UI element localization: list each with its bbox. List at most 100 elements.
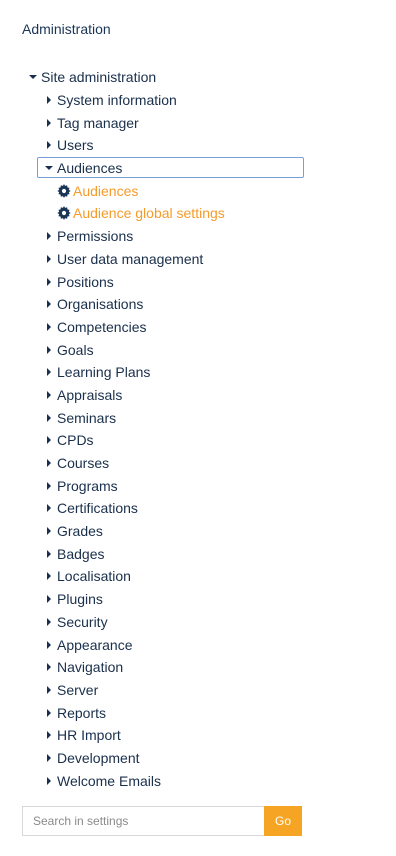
- tree-node-organisations[interactable]: Organisations: [0, 293, 396, 316]
- tree-node-label: Site administration: [41, 69, 157, 86]
- caret-right-icon[interactable]: [44, 684, 56, 696]
- tree-node-development[interactable]: Development: [0, 747, 396, 770]
- tree-node-welcome-emails[interactable]: Welcome Emails: [0, 769, 396, 792]
- caret-right-icon[interactable]: [44, 230, 56, 242]
- caret-right-icon[interactable]: [44, 366, 56, 378]
- caret-right-icon[interactable]: [44, 253, 56, 265]
- tree-node-badges[interactable]: Badges: [0, 542, 396, 565]
- caret-right-icon[interactable]: [44, 639, 56, 651]
- caret-right-icon[interactable]: [44, 729, 56, 741]
- gear-icon: [57, 183, 71, 198]
- go-button[interactable]: Go: [264, 806, 302, 836]
- caret-right-icon[interactable]: [44, 389, 56, 401]
- tree-node-positions[interactable]: Positions: [0, 270, 396, 293]
- tree-node-permissions[interactable]: Permissions: [0, 225, 396, 248]
- tree-node-label: Seminars: [57, 409, 117, 426]
- settings-search-form: Go: [22, 806, 302, 836]
- tree-node-label: Plugins: [57, 591, 103, 608]
- tree-node-appraisals[interactable]: Appraisals: [0, 384, 396, 407]
- tree-node-system-information[interactable]: System information: [0, 89, 396, 112]
- tree-node-label: Reports: [57, 704, 107, 721]
- caret-right-icon[interactable]: [44, 457, 56, 469]
- caret-right-icon[interactable]: [44, 480, 56, 492]
- caret-down-icon[interactable]: [44, 162, 56, 174]
- tree-node-label: Goals: [57, 341, 94, 358]
- tree-node-site-administration[interactable]: Site administration: [0, 66, 396, 89]
- tree-node-seminars[interactable]: Seminars: [0, 406, 396, 429]
- caret-right-icon[interactable]: [44, 117, 56, 129]
- tree-node-label: Audiences: [57, 160, 123, 177]
- tree-node-security[interactable]: Security: [0, 611, 396, 634]
- tree-node-cpds[interactable]: CPDs: [0, 429, 396, 452]
- caret-right-icon[interactable]: [44, 502, 56, 514]
- tree-node-user-data-management[interactable]: User data management: [0, 248, 396, 271]
- tree-leaf-audiences[interactable]: Audiences: [0, 179, 396, 202]
- admin-block: Administration Site administration Syste…: [0, 0, 396, 856]
- tree-node-label: Certifications: [57, 500, 138, 517]
- tree-node-plugins[interactable]: Plugins: [0, 588, 396, 611]
- tree-node-label: System information: [57, 92, 177, 109]
- tree-node-appearance[interactable]: Appearance: [0, 633, 396, 656]
- settings-search-input[interactable]: [22, 806, 264, 836]
- tree-node-label: Server: [57, 681, 99, 698]
- caret-right-icon[interactable]: [44, 276, 56, 288]
- tree-node-hr-import[interactable]: HR Import: [0, 724, 396, 747]
- tree-node-localisation[interactable]: Localisation: [0, 565, 396, 588]
- caret-right-icon[interactable]: [44, 94, 56, 106]
- tree-node-label: User data management: [57, 250, 204, 267]
- tree-node-label: Competencies: [57, 318, 147, 335]
- caret-right-icon[interactable]: [44, 707, 56, 719]
- tree-node-grades[interactable]: Grades: [0, 520, 396, 543]
- tree-leaf-audience-global-settings[interactable]: Audience global settings: [0, 202, 396, 225]
- tree-node-reports[interactable]: Reports: [0, 701, 396, 724]
- tree-node-label: Grades: [57, 523, 103, 540]
- tree-node-navigation[interactable]: Navigation: [0, 656, 396, 679]
- caret-right-icon[interactable]: [44, 616, 56, 628]
- tree-node-goals[interactable]: Goals: [0, 338, 396, 361]
- tree-node-certifications[interactable]: Certifications: [0, 497, 396, 520]
- tree-node-learning-plans[interactable]: Learning Plans: [0, 361, 396, 384]
- tree-node-courses[interactable]: Courses: [0, 452, 396, 475]
- admin-tree: Site administration System information T…: [0, 66, 396, 792]
- tree-node-audiences[interactable]: Audiences: [0, 156, 396, 180]
- caret-right-icon[interactable]: [44, 593, 56, 605]
- caret-right-icon[interactable]: [44, 752, 56, 764]
- caret-right-icon[interactable]: [44, 321, 56, 333]
- tree-node-programs[interactable]: Programs: [0, 474, 396, 497]
- caret-right-icon[interactable]: [44, 775, 56, 787]
- tree-node-label: Permissions: [57, 228, 134, 245]
- caret-right-icon[interactable]: [44, 525, 56, 537]
- block-title: Administration: [22, 21, 111, 37]
- tree-node-label: Organisations: [57, 296, 144, 313]
- tree-node-server[interactable]: Server: [0, 679, 396, 702]
- tree-node-tag-manager[interactable]: Tag manager: [0, 111, 396, 134]
- tree-node-label: Localisation: [57, 568, 131, 585]
- caret-right-icon[interactable]: [44, 139, 56, 151]
- tree-node-label: Badges: [57, 545, 105, 562]
- tree-node-label: Welcome Emails: [57, 772, 161, 789]
- tree-node-label: CPDs: [57, 432, 94, 449]
- tree-node-competencies[interactable]: Competencies: [0, 316, 396, 339]
- tree-node-label: Appearance: [57, 636, 133, 653]
- tree-node-label: Navigation: [57, 659, 124, 676]
- caret-right-icon[interactable]: [44, 412, 56, 424]
- tree-node-label: HR Import: [57, 727, 121, 744]
- audience-global-settings-link[interactable]: Audience global settings: [73, 204, 225, 222]
- tree-node-label: Learning Plans: [57, 364, 151, 381]
- tree-node-label: Courses: [57, 455, 110, 472]
- caret-right-icon[interactable]: [44, 548, 56, 560]
- audiences-link[interactable]: Audiences: [73, 182, 138, 200]
- caret-down-icon[interactable]: [28, 71, 40, 83]
- gear-icon: [57, 206, 71, 221]
- caret-right-icon[interactable]: [44, 344, 56, 356]
- caret-right-icon[interactable]: [44, 298, 56, 310]
- caret-right-icon[interactable]: [44, 661, 56, 673]
- tree-node-label: Programs: [57, 477, 118, 494]
- tree-node-users[interactable]: Users: [0, 134, 396, 157]
- tree-node-label: Tag manager: [57, 114, 139, 131]
- caret-right-icon[interactable]: [44, 570, 56, 582]
- caret-right-icon[interactable]: [44, 434, 56, 446]
- tree-node-label: Users: [57, 137, 94, 154]
- tree-node-label: Appraisals: [57, 386, 123, 403]
- tree-node-label: Development: [57, 749, 140, 766]
